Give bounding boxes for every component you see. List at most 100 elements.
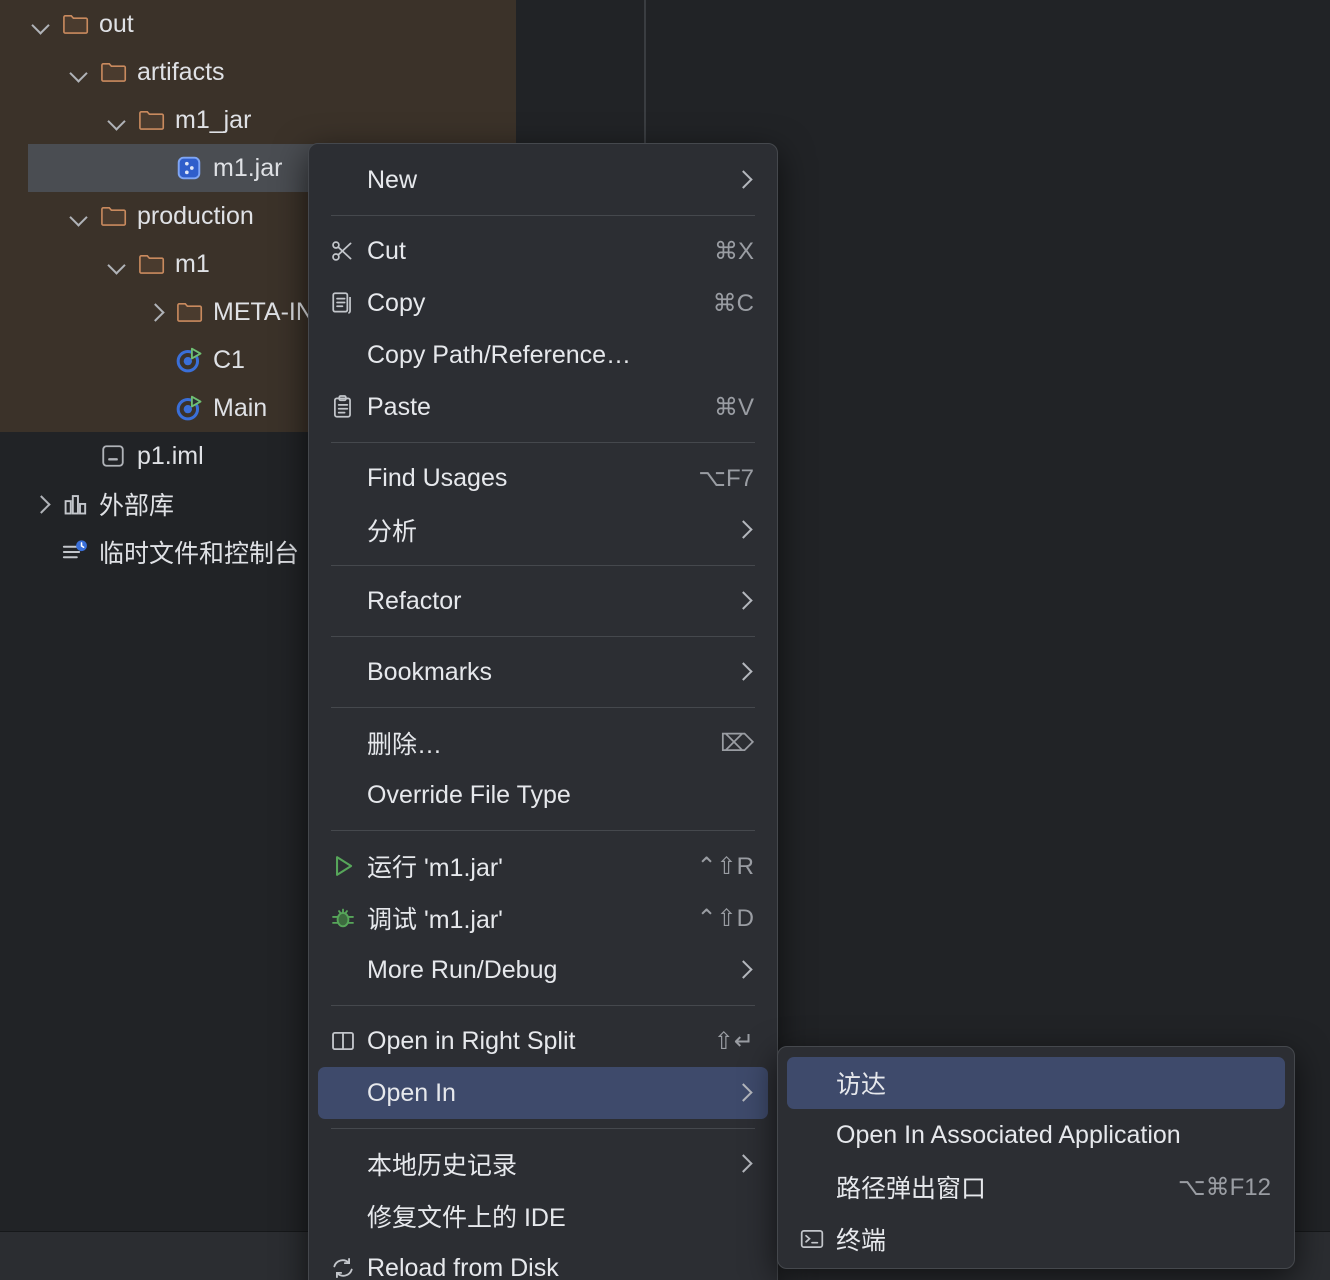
menu-item-label: Reload from Disk	[367, 1253, 559, 1280]
folder-icon	[98, 201, 128, 231]
folder-icon	[60, 9, 90, 39]
menu-item[interactable]: 运行 'm1.jar' ⌃⇧R	[318, 840, 768, 892]
chevron-right-icon	[734, 1083, 754, 1103]
no-icon	[797, 1120, 827, 1150]
menu-separator	[331, 830, 755, 831]
chevron-right-icon[interactable]	[142, 299, 168, 325]
menu-separator	[331, 215, 755, 216]
ide-window: out artifacts m1_jar m1.jar production m1 META…	[0, 0, 1330, 1280]
tree-row[interactable]: out	[0, 0, 1330, 48]
menu-separator	[331, 707, 755, 708]
no-icon	[328, 728, 358, 758]
no-icon	[328, 780, 358, 810]
no-icon	[328, 1201, 358, 1231]
folder-icon	[136, 105, 166, 135]
menu-item[interactable]: Open In	[318, 1067, 768, 1119]
menu-item[interactable]: 删除… ⌦	[318, 717, 768, 769]
no-icon	[328, 1078, 358, 1108]
menu-item-label: 终端	[836, 1227, 887, 1255]
menu-item[interactable]: Find Usages ⌥F7	[318, 452, 768, 504]
chevron-right-icon	[734, 591, 754, 611]
menu-item[interactable]: Cut ⌘X	[318, 225, 768, 277]
tree-row[interactable]: artifacts	[0, 48, 1330, 96]
menu-item-label: 删除…	[367, 731, 443, 759]
menu-item-shortcut: ⌦	[720, 729, 754, 757]
file-context-menu[interactable]: New Cut ⌘X Copy ⌘C Copy Path/Reference… Paste ⌘…	[308, 143, 778, 1280]
chevron-down-icon[interactable]	[66, 203, 92, 229]
tree-row-label: p1.iml	[137, 441, 204, 470]
menu-separator	[331, 1128, 755, 1129]
menu-item-label: Bookmarks	[367, 657, 493, 686]
chevron-down-icon[interactable]	[28, 11, 54, 37]
menu-item-label: Copy Path/Reference…	[367, 340, 632, 369]
tree-row-label: artifacts	[137, 57, 225, 86]
no-icon	[328, 340, 358, 370]
menu-item[interactable]: 调试 'm1.jar' ⌃⇧D	[318, 892, 768, 944]
scissors-icon	[328, 236, 358, 266]
menu-item[interactable]: 修复文件上的 IDE	[318, 1190, 768, 1242]
menu-item[interactable]: New	[318, 154, 768, 206]
menu-item[interactable]: Open In Associated Application	[787, 1109, 1285, 1161]
iml-module-icon	[98, 441, 128, 471]
menu-item[interactable]: 路径弹出窗口 ⌥⌘F12	[787, 1161, 1285, 1213]
menu-item-label: Open In	[367, 1078, 456, 1107]
menu-item[interactable]: 分析	[318, 504, 768, 556]
no-icon	[328, 586, 358, 616]
menu-item-label: Paste	[367, 392, 431, 421]
menu-item-label: 路径弹出窗口	[836, 1175, 987, 1203]
debug-icon	[328, 903, 358, 933]
menu-item[interactable]: Copy ⌘C	[318, 277, 768, 329]
run-icon	[328, 851, 358, 881]
scratches-consoles-icon	[60, 537, 90, 567]
terminal-icon	[797, 1224, 827, 1254]
chevron-down-icon[interactable]	[104, 107, 130, 133]
chevron-down-icon[interactable]	[104, 251, 130, 277]
menu-item-label: Open in Right Split	[367, 1026, 576, 1055]
menu-item[interactable]: Reload from Disk	[318, 1242, 768, 1280]
no-icon	[328, 955, 358, 985]
menu-separator	[331, 442, 755, 443]
chevron-right-icon[interactable]	[28, 491, 54, 517]
tree-row-label: out	[99, 9, 134, 38]
tree-row-label: m1_jar	[175, 105, 252, 134]
no-icon	[797, 1172, 827, 1202]
menu-item[interactable]: More Run/Debug	[318, 944, 768, 996]
menu-item[interactable]: Paste ⌘V	[318, 381, 768, 433]
tree-row-label: m1.jar	[213, 153, 283, 182]
menu-item[interactable]: Bookmarks	[318, 646, 768, 698]
menu-item-shortcut: ⌘C	[712, 289, 754, 317]
menu-item-label: 运行 'm1.jar'	[367, 854, 503, 882]
tree-row[interactable]: m1_jar	[0, 96, 1330, 144]
menu-item-label: 修复文件上的 IDE	[367, 1204, 566, 1232]
jar-archive-icon	[174, 153, 204, 183]
menu-item-shortcut: ⌥F7	[698, 464, 754, 492]
java-class-run-icon	[174, 393, 204, 423]
split-pane-icon	[328, 1026, 358, 1056]
menu-item[interactable]: 终端	[787, 1213, 1285, 1265]
menu-separator	[331, 1005, 755, 1006]
menu-item[interactable]: 本地历史记录	[318, 1138, 768, 1190]
menu-item-label: 分析	[367, 518, 418, 546]
chevron-right-icon	[734, 960, 754, 980]
open-in-submenu[interactable]: 访达 Open In Associated Application 路径弹出窗口 ⌥⌘…	[777, 1046, 1295, 1269]
menu-item-label: Copy	[367, 288, 426, 317]
menu-item-label: 调试 'm1.jar'	[367, 906, 503, 934]
menu-item[interactable]: Refactor	[318, 575, 768, 627]
tree-row-label: C1	[213, 345, 245, 374]
tree-row-label: Main	[213, 393, 268, 422]
reload-icon	[328, 1253, 358, 1280]
folder-icon	[98, 57, 128, 87]
menu-item[interactable]: Override File Type	[318, 769, 768, 821]
menu-separator	[331, 565, 755, 566]
menu-item-label: 访达	[836, 1071, 887, 1099]
chevron-down-icon[interactable]	[66, 59, 92, 85]
menu-item[interactable]: Open in Right Split ⇧↵	[318, 1015, 768, 1067]
menu-item-shortcut: ⌘X	[713, 237, 754, 265]
menu-item-shortcut: ⌃⇧D	[696, 904, 754, 932]
menu-item[interactable]: 访达	[787, 1057, 1285, 1109]
menu-item[interactable]: Copy Path/Reference…	[318, 329, 768, 381]
